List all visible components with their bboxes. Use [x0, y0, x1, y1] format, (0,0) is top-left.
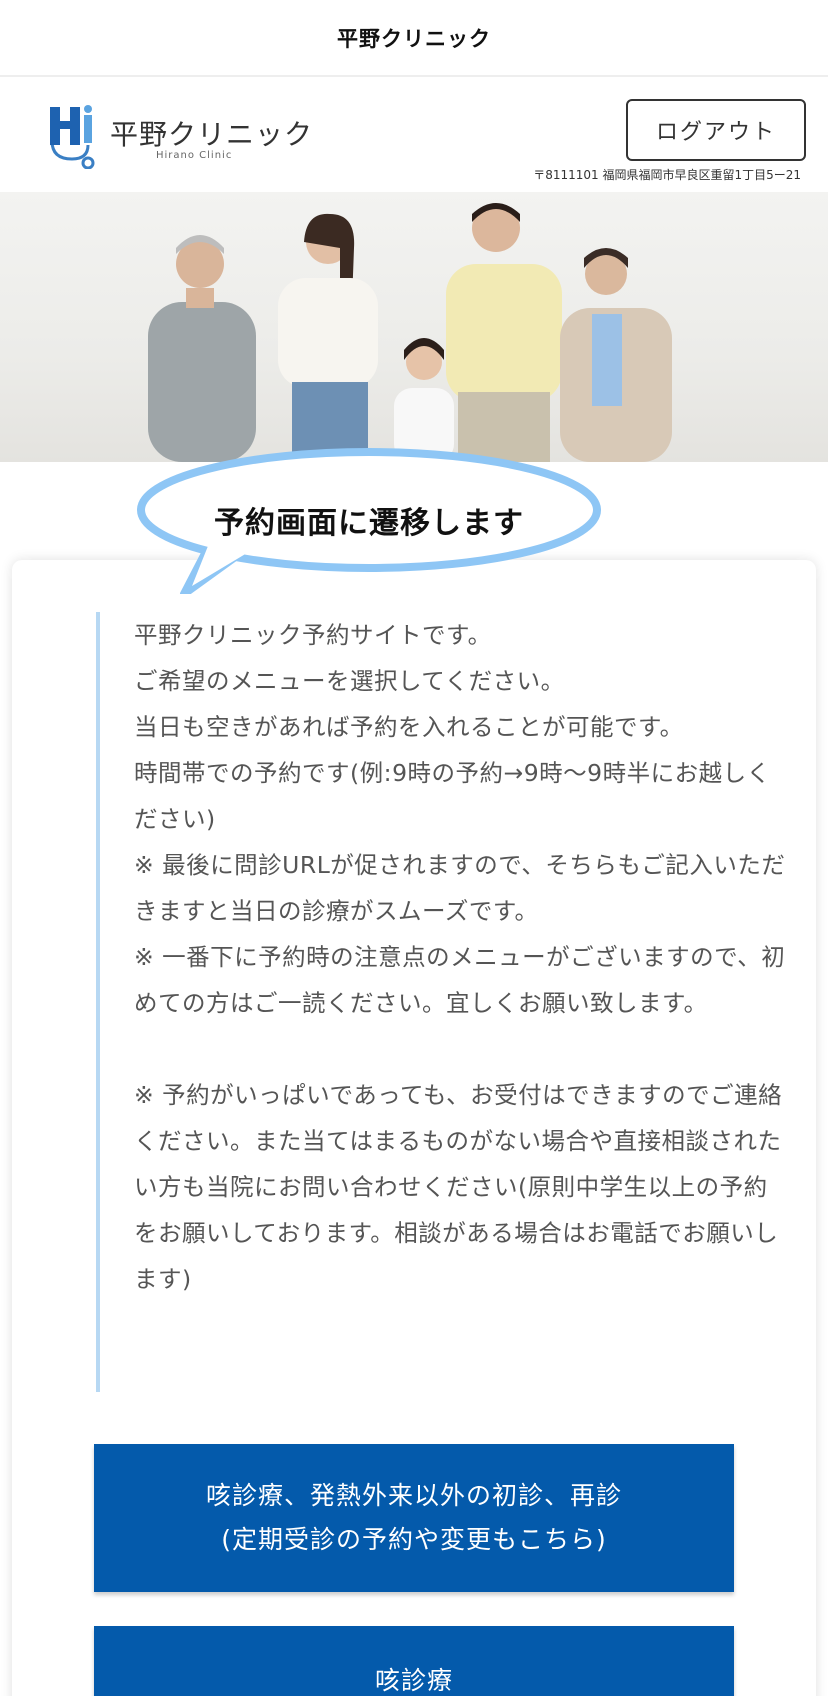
clinic-header: 平野クリニック Hirano Clinic ログアウト 〒8111101 福岡県…	[0, 79, 828, 191]
app-top-bar: 平野クリニック	[0, 0, 828, 77]
menu-button-cough-consultation[interactable]: 咳診療	[94, 1626, 734, 1696]
family-photo-illustration	[148, 203, 672, 462]
menu-button-label: 咳診療	[374, 1666, 453, 1695]
page-title: 平野クリニック	[337, 26, 491, 51]
hero-family-image	[0, 192, 828, 462]
logo-wordmark: 平野クリニック	[110, 118, 314, 151]
clinic-logo[interactable]: 平野クリニック Hirano Clinic	[44, 101, 312, 173]
logout-button[interactable]: ログアウト	[626, 99, 806, 161]
speech-bubble-text: 予約画面に遷移します	[214, 506, 524, 541]
menu-button-line2: (定期受診の予約や変更もこちら)	[221, 1525, 607, 1554]
notice-text: 平野クリニック予約サイトです。 ご希望のメニューを選択してください。 当日も空き…	[134, 621, 786, 1293]
logo-subtitle: Hirano Clinic	[156, 150, 233, 161]
menu-button-line1: 咳診療、発熱外来以外の初診、再診	[205, 1481, 622, 1510]
menu-button-general-consultation[interactable]: 咳診療、発熱外来以外の初診、再診 (定期受診の予約や変更もこちら)	[94, 1444, 734, 1592]
stethoscope-logo-icon	[50, 105, 95, 169]
clinic-address: 〒8111101 福岡県福岡市早良区重留1丁目5ー21	[533, 168, 801, 182]
notice-block: 平野クリニック予約サイトです。 ご希望のメニューを選択してください。 当日も空き…	[96, 612, 786, 1392]
